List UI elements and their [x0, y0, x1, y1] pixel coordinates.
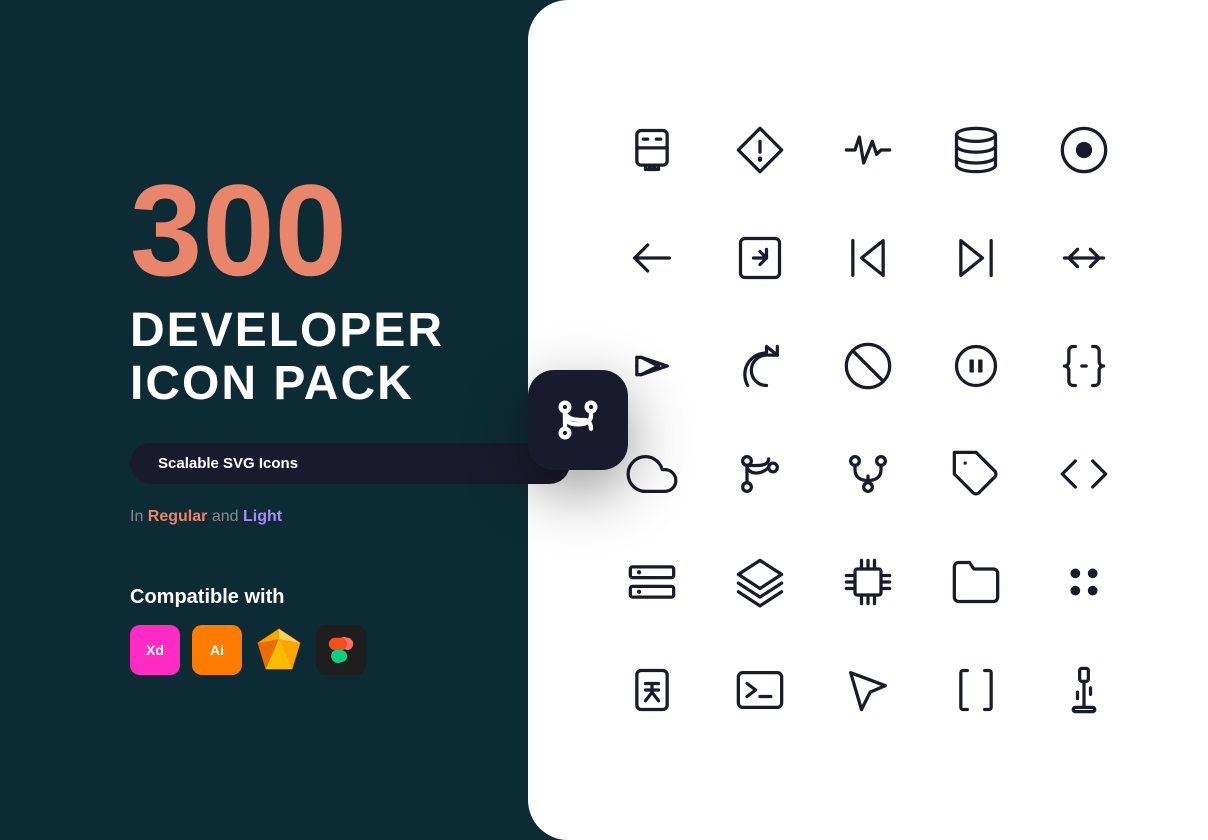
icon-arrow-left [612, 218, 692, 298]
icon-git-fork [828, 434, 908, 514]
icon-terminal [720, 650, 800, 730]
icon-server-stack [612, 542, 692, 622]
icon-usb [1044, 650, 1124, 730]
icon-layers [720, 542, 800, 622]
compatible-label: Compatible with [130, 586, 570, 609]
icon-pause-circle [936, 326, 1016, 406]
left-panel: 300 DEVELOPER ICON PACK Scalable SVG Ico… [0, 0, 570, 840]
icon-grid-dots [1044, 542, 1124, 622]
icon-mastodon [612, 110, 692, 190]
icon-tag-question [936, 434, 1016, 514]
app-icons-row: Xd Ai [130, 625, 570, 675]
title-line1: DEVELOPER [130, 305, 570, 358]
icon-brackets [936, 650, 1016, 730]
icon-ban [828, 326, 908, 406]
floating-git-button [528, 370, 628, 470]
ai-icon: Ai [192, 625, 242, 675]
subtitle: In Regular and Light [130, 508, 570, 526]
sketch-icon [254, 625, 304, 675]
icon-warning-diamond [720, 110, 800, 190]
icon-skip-back [828, 218, 908, 298]
icon-skip-forward [936, 218, 1016, 298]
xd-label: Xd [146, 642, 164, 658]
light-label: Light [243, 508, 282, 525]
icon-folder [936, 542, 1016, 622]
regular-label: Regular [148, 508, 208, 525]
icon-database [936, 110, 1016, 190]
and-text: and [207, 508, 243, 525]
big-number: 300 [130, 165, 570, 295]
ai-label: Ai [210, 642, 224, 658]
title-line2: ICON PACK [130, 358, 570, 411]
icon-expand-horizontal [1044, 218, 1124, 298]
icon-cpu [828, 542, 908, 622]
icons-grid [572, 70, 1164, 770]
scalable-badge: Scalable SVG Icons [130, 443, 570, 484]
right-panel [528, 0, 1208, 840]
main-container: 300 DEVELOPER ICON PACK Scalable SVG Ico… [0, 0, 1208, 840]
icon-return [720, 218, 800, 298]
xd-icon: Xd [130, 625, 180, 675]
subtitle-prefix: In [130, 508, 148, 525]
figma-icon [316, 625, 366, 675]
icon-cursor [828, 650, 908, 730]
icon-sort [612, 650, 692, 730]
icon-activity [828, 110, 908, 190]
compatible-section: Compatible with Xd Ai [130, 586, 570, 675]
git-branch-icon [552, 394, 604, 446]
icon-redo [720, 326, 800, 406]
icon-git-merge [720, 434, 800, 514]
icon-code-xml [1044, 434, 1124, 514]
icon-record [1044, 110, 1124, 190]
icon-code-braces [1044, 326, 1124, 406]
